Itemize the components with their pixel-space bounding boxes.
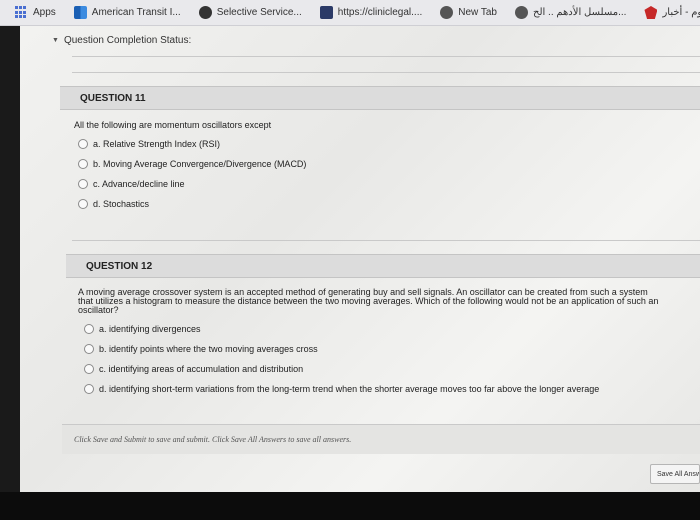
bookmark-label: مسلسل الأدهم .. الح... (532, 7, 627, 18)
question-12: QUESTION 12 A moving average crossover s… (66, 254, 700, 399)
option-label: d. identifying short-term variations fro… (99, 384, 600, 394)
radio-button[interactable] (78, 199, 88, 209)
bookmarks-bar: Apps American Transit I... Selective Ser… (0, 0, 700, 26)
red-shield-icon (644, 6, 658, 19)
option-label: d. Stochastics (93, 199, 150, 209)
bookmark-arabic-series[interactable]: مسلسل الأدهم .. الح... (506, 0, 635, 25)
radio-button[interactable] (84, 324, 94, 334)
option-label: a. identifying divergences (99, 324, 201, 334)
radio-button[interactable] (84, 344, 94, 354)
option-label: b. Moving Average Convergence/Divergence… (93, 159, 307, 169)
question-title: QUESTION 11 (60, 86, 700, 110)
option-label: a. Relative Strength Index (RSI) (93, 139, 221, 149)
option-label: c. identifying areas of accumulation and… (99, 364, 304, 374)
answer-option[interactable]: d. identifying short-term variations fro… (84, 379, 700, 399)
answer-option[interactable]: c. identifying areas of accumulation and… (84, 359, 700, 379)
collapse-triangle-icon: ▼ (52, 37, 59, 44)
radio-button[interactable] (84, 364, 94, 374)
answer-option[interactable]: c. Advance/decline line (78, 174, 700, 194)
globe-icon (514, 6, 528, 19)
globe-icon (440, 6, 454, 19)
bookmark-label: Apps (33, 7, 56, 18)
bookmark-label: Selective Service... (216, 7, 302, 18)
bookmark-apps[interactable]: Apps (6, 0, 65, 25)
bookmark-label: الزمالك اليوم - أخبار... (662, 7, 700, 18)
question-completion-status[interactable]: ▼ Question Completion Status: (52, 35, 191, 46)
answer-option[interactable]: d. Stochastics (78, 194, 700, 214)
test-page: ▼ Question Completion Status: QUESTION 1… (20, 26, 700, 492)
answer-option[interactable]: b. Moving Average Convergence/Divergence… (78, 154, 700, 174)
microsoft-icon (73, 6, 87, 19)
window-left-edge (0, 26, 20, 492)
bookmark-american-transit[interactable]: American Transit I... (65, 0, 190, 25)
option-label: b. identify points where the two moving … (99, 344, 318, 354)
answer-option[interactable]: b. identify points where the two moving … (84, 339, 700, 359)
dark-circle-icon (198, 6, 212, 19)
radio-button[interactable] (84, 384, 94, 394)
footer-instructions-bar: Click Save and Submit to save and submit… (62, 424, 700, 454)
answer-option[interactable]: a. Relative Strength Index (RSI) (78, 134, 700, 154)
divider (72, 72, 700, 73)
divider (72, 240, 700, 241)
clinic-icon (319, 6, 333, 19)
bookmark-label: https://cliniclegal.... (337, 7, 423, 18)
bookmark-label: American Transit I... (91, 7, 181, 18)
save-all-answers-button[interactable]: Save All Answ (650, 464, 700, 484)
option-label: c. Advance/decline line (93, 179, 185, 189)
status-label: Question Completion Status: (63, 35, 192, 46)
radio-button[interactable] (78, 179, 88, 189)
bookmark-selective-service[interactable]: Selective Service... (190, 0, 311, 25)
question-text: All the following are momentum oscillato… (74, 120, 272, 130)
bookmark-arabic-news[interactable]: الزمالك اليوم - أخبار... (635, 0, 700, 25)
bookmark-new-tab[interactable]: New Tab (431, 0, 506, 25)
footer-instructions: Click Save and Submit to save and submit… (74, 435, 352, 444)
question-title: QUESTION 12 (66, 254, 700, 278)
question-text: A moving average crossover system is an … (78, 287, 659, 315)
bookmark-label: New Tab (458, 7, 497, 18)
radio-button[interactable] (78, 139, 88, 149)
window-bottom-edge (0, 492, 700, 520)
bookmark-cliniclegal[interactable]: https://cliniclegal.... (311, 0, 431, 25)
answer-option[interactable]: a. identifying divergences (84, 319, 700, 339)
divider (72, 56, 700, 57)
radio-button[interactable] (78, 159, 88, 169)
apps-icon (15, 6, 28, 19)
question-11: QUESTION 11 All the following are moment… (60, 86, 700, 214)
